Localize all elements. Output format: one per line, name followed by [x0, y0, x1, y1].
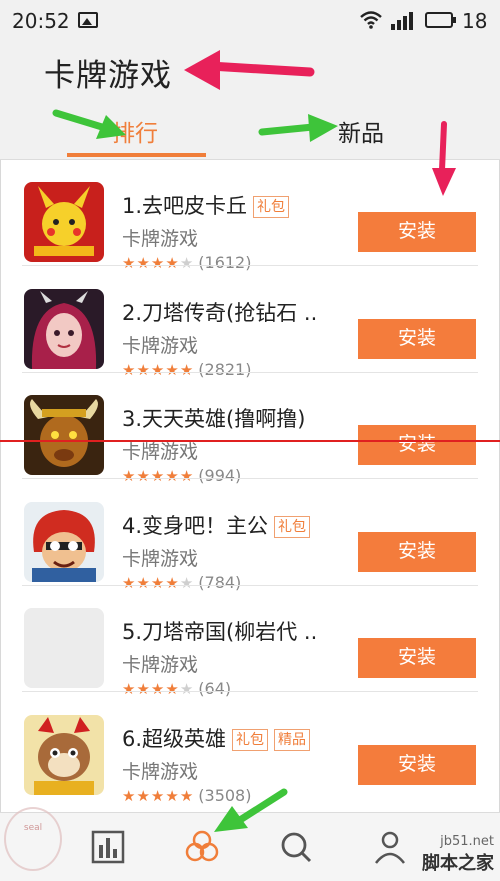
watermark-seal: seal — [4, 807, 62, 871]
app-name-text: 5.刀塔帝国(柳岩代 .. — [122, 620, 318, 644]
app-category: 卡牌游戏 — [122, 760, 199, 783]
star-filled-icon: ★ — [165, 786, 179, 805]
app-row[interactable]: 5.刀塔帝国(柳岩代 .. 卡牌游戏 ★★★★★ (64) 安装 — [0, 586, 500, 698]
app-name: 6.超级英雄 礼包 精品 — [122, 723, 311, 753]
app-icon[interactable] — [24, 608, 104, 688]
app-name-text: 4.变身吧！主公 — [122, 513, 269, 538]
watermark-url: jb51.net — [440, 834, 494, 849]
install-button[interactable]: 安装 — [358, 744, 476, 785]
wifi-icon — [360, 11, 382, 29]
app-name: 5.刀塔帝国(柳岩代 .. — [122, 616, 317, 646]
star-filled-icon: ★ — [150, 786, 165, 805]
signal-icon — [391, 12, 413, 30]
app-name: 4.变身吧！主公 礼包 — [122, 510, 311, 540]
app-category: 卡牌游戏 — [122, 228, 199, 250]
star-filled-icon: ★ — [136, 786, 150, 805]
page-title: 卡牌游戏 — [44, 58, 172, 94]
star-filled-icon: ★ — [179, 786, 194, 805]
app-icon[interactable] — [24, 501, 104, 582]
install-button[interactable]: 安装 — [358, 531, 476, 572]
battery-icon — [425, 12, 456, 28]
install-button[interactable]: 安装 — [358, 212, 476, 252]
green-arrow-ranking — [52, 109, 126, 139]
app-badge: 精品 — [274, 728, 311, 751]
app-icon[interactable] — [24, 395, 104, 475]
app-category: 卡牌游戏 — [122, 334, 199, 357]
battery-level: 18 — [462, 9, 488, 33]
app-name: 3.天天英雄(撸啊撸) — [122, 403, 305, 433]
pink-arrow-install — [432, 121, 456, 196]
install-button[interactable]: 安装 — [358, 638, 476, 678]
app-badge: 礼包 — [274, 515, 311, 538]
app-category: 卡牌游戏 — [122, 654, 199, 676]
app-row[interactable]: 1.去吧皮卡丘 礼包 卡牌游戏 ★★★★★ (1612) 安装 — [0, 160, 500, 272]
app-row[interactable]: 3.天天英雄(撸啊撸) 卡牌游戏 ★★★★★ (994) 安装 — [0, 373, 500, 485]
person-icon[interactable] — [370, 827, 410, 867]
image-icon — [78, 12, 98, 28]
app-name-text: 1.去吧皮卡丘 — [122, 194, 248, 218]
app-icon[interactable] — [24, 714, 104, 795]
app-category: 卡牌游戏 — [122, 547, 199, 570]
app-icon[interactable] — [24, 288, 104, 369]
pink-arrow-title — [184, 50, 315, 90]
install-button[interactable]: 安装 — [358, 425, 476, 465]
app-name-text: 6.超级英雄 — [122, 726, 227, 751]
app-icon[interactable] — [24, 182, 104, 262]
app-row[interactable]: 4.变身吧！主公 礼包 卡牌游戏 ★★★★★ (784) 安装 — [0, 480, 500, 592]
app-name-text: 2.刀塔传奇(抢钻石 .. — [122, 300, 318, 325]
install-button[interactable]: 安装 — [358, 318, 476, 359]
status-time: 20:52 — [12, 9, 70, 33]
app-name: 2.刀塔传奇(抢钻石 .. — [122, 297, 317, 327]
green-arrow-bottom — [214, 788, 288, 832]
rating-stars: ★★★★★ — [122, 786, 194, 805]
app-badge: 礼包 — [253, 196, 290, 218]
app-name: 1.去吧皮卡丘 礼包 — [122, 190, 290, 220]
star-filled-icon: ★ — [122, 786, 136, 805]
watermark: jb51.net 脚本之家 — [422, 834, 494, 875]
watermark-site: 脚本之家 — [422, 853, 494, 874]
red-guide-line — [0, 440, 500, 442]
app-badge: 礼包 — [232, 728, 269, 751]
status-bar: 20:52 18 — [0, 0, 500, 44]
tab-new[interactable]: 新品 — [338, 114, 384, 148]
green-arrow-new — [258, 114, 338, 142]
app-row[interactable]: 2.刀塔传奇(抢钻石 .. 卡牌游戏 ★★★★★ (2821) 安装 — [0, 267, 500, 379]
app-name-text: 3.天天英雄(撸啊撸) — [122, 407, 306, 431]
chart-icon[interactable] — [88, 827, 128, 867]
tab-active-indicator — [67, 153, 206, 157]
app-row[interactable]: 6.超级英雄 礼包 精品 卡牌游戏 ★★★★★ (3508) 安装 — [0, 693, 500, 805]
